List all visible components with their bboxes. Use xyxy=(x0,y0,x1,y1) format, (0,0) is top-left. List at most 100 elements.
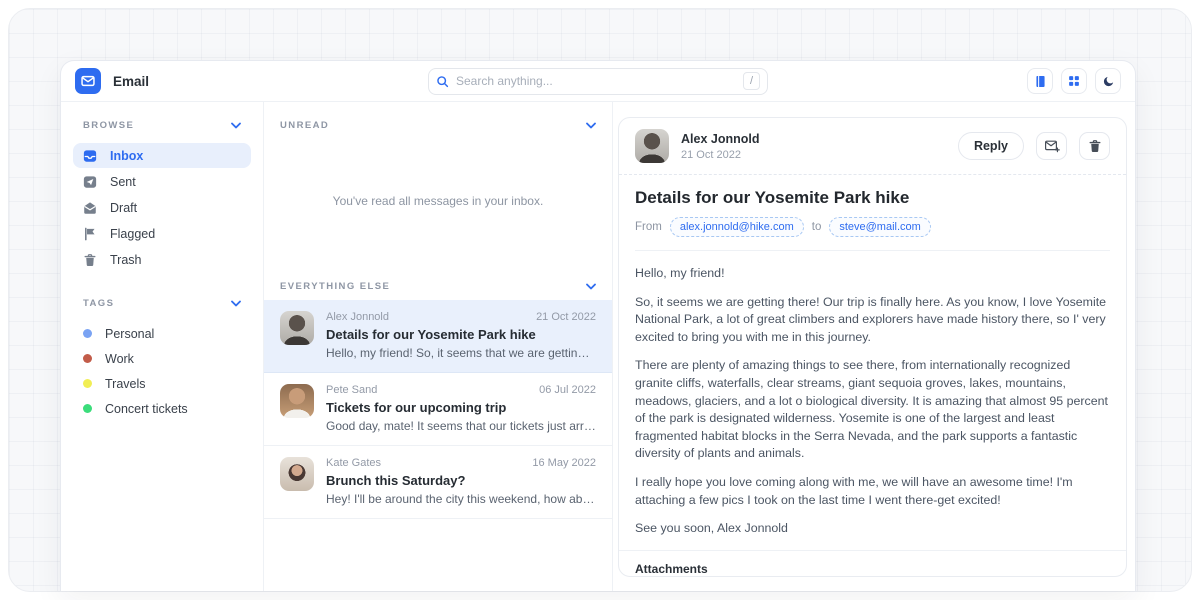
reader-icon[interactable] xyxy=(1027,68,1053,94)
tags-section: TAGS Personal Work Travels xyxy=(73,298,251,421)
body-paragraph: See you soon, Alex Jonnold xyxy=(635,520,1110,538)
sidebar-item-label: Trash xyxy=(110,253,142,267)
sent-icon xyxy=(83,175,97,189)
tag-color-dot xyxy=(83,404,92,413)
email-logo-icon xyxy=(75,68,101,94)
email-subject: Brunch this Saturday? xyxy=(326,473,596,488)
apps-grid-icon[interactable] xyxy=(1061,68,1087,94)
detail-from-row: From alex.jonnold@hike.com to steve@mail… xyxy=(635,217,1110,251)
mail-list-column: UNREAD You've read all messages in your … xyxy=(263,102,613,591)
search-input[interactable] xyxy=(456,74,736,88)
sidebar-item-label: Flagged xyxy=(110,227,155,241)
sidebar-item-label: Draft xyxy=(110,201,137,215)
tag-item-concert-tickets[interactable]: Concert tickets xyxy=(73,396,251,421)
main-content: BROWSE Inbox Sent xyxy=(61,102,1135,591)
email-date: 06 Jul 2022 xyxy=(539,384,596,396)
body-paragraph: So, it seems we are getting there! Our t… xyxy=(635,294,1110,347)
unread-label: UNREAD xyxy=(280,120,329,131)
chevron-down-icon[interactable] xyxy=(231,300,241,307)
dark-mode-moon-icon[interactable] xyxy=(1095,68,1121,94)
tag-label: Work xyxy=(105,352,134,366)
tag-color-dot xyxy=(83,379,92,388)
email-list-item[interactable]: Pete Sand 06 Jul 2022 Tickets for our up… xyxy=(264,373,612,446)
sidebar-item-sent[interactable]: Sent xyxy=(73,169,251,194)
tag-item-personal[interactable]: Personal xyxy=(73,321,251,346)
unread-empty-message: You've read all messages in your inbox. xyxy=(264,131,612,271)
email-detail-card: Alex Jonnold 21 Oct 2022 Reply Details f… xyxy=(618,117,1127,577)
body-paragraph: Hello, my friend! xyxy=(635,265,1110,283)
sidebar-item-trash[interactable]: Trash xyxy=(73,247,251,272)
sidebar-item-label: Sent xyxy=(110,175,136,189)
tag-label: Concert tickets xyxy=(105,402,188,416)
body-paragraph: I really hope you love coming along with… xyxy=(635,474,1110,509)
tag-color-dot xyxy=(83,354,92,363)
trash-icon xyxy=(83,253,97,267)
search-icon xyxy=(436,75,449,88)
browse-label: BROWSE xyxy=(83,120,134,131)
everything-else-label: EVERYTHING ELSE xyxy=(280,281,390,292)
tag-label: Personal xyxy=(105,327,154,341)
sidebar-item-flagged[interactable]: Flagged xyxy=(73,221,251,246)
email-sender: Kate Gates xyxy=(326,457,381,469)
detail-header: Alex Jonnold 21 Oct 2022 Reply xyxy=(619,118,1126,175)
detail-date: 21 Oct 2022 xyxy=(681,149,759,161)
sidebar-item-label: Inbox xyxy=(110,149,143,163)
sidebar-item-inbox[interactable]: Inbox xyxy=(73,143,251,168)
flag-icon xyxy=(83,227,97,241)
inbox-icon xyxy=(83,149,97,163)
new-email-icon[interactable] xyxy=(1036,132,1067,160)
email-list-item[interactable]: Kate Gates 16 May 2022 Brunch this Satur… xyxy=(264,446,612,519)
search-box[interactable]: / xyxy=(428,68,768,95)
top-bar: Email / xyxy=(61,61,1135,102)
sidebar-item-draft[interactable]: Draft xyxy=(73,195,251,220)
avatar xyxy=(635,129,669,163)
chevron-down-icon[interactable] xyxy=(231,122,241,129)
email-sender: Alex Jonnold xyxy=(326,311,389,323)
email-summary: Pete Sand 06 Jul 2022 Tickets for our up… xyxy=(326,384,596,433)
everything-else-section-header: EVERYTHING ELSE xyxy=(264,281,612,292)
sidebar: BROWSE Inbox Sent xyxy=(61,102,263,591)
attachments-label: Attachments xyxy=(635,562,1110,576)
detail-subject: Details for our Yosemite Park hike xyxy=(635,188,1110,208)
email-list-item[interactable]: Alex Jonnold 21 Oct 2022 Details for our… xyxy=(264,300,612,373)
body-paragraph: There are plenty of amazing things to se… xyxy=(635,357,1110,463)
tag-item-work[interactable]: Work xyxy=(73,346,251,371)
reply-button[interactable]: Reply xyxy=(958,132,1024,160)
to-email-chip[interactable]: steve@mail.com xyxy=(829,217,930,237)
from-label: From xyxy=(635,221,662,233)
avatar xyxy=(280,457,314,491)
app-brand: Email xyxy=(75,68,255,94)
email-date: 21 Oct 2022 xyxy=(536,311,596,323)
email-sender: Pete Sand xyxy=(326,384,377,396)
detail-sender-block: Alex Jonnold 21 Oct 2022 xyxy=(681,132,759,161)
avatar xyxy=(280,311,314,345)
from-email-chip[interactable]: alex.jonnold@hike.com xyxy=(670,217,804,237)
tag-item-travels[interactable]: Travels xyxy=(73,371,251,396)
tags-section-header: TAGS xyxy=(73,298,251,309)
detail-sender-name: Alex Jonnold xyxy=(681,132,759,146)
tag-label: Travels xyxy=(105,377,146,391)
browse-section-header: BROWSE xyxy=(73,120,251,131)
email-preview: Good day, mate! It seems that our ticket… xyxy=(326,419,596,433)
email-subject: Details for our Yosemite Park hike xyxy=(326,327,596,342)
chevron-down-icon[interactable] xyxy=(586,122,596,129)
email-subject: Tickets for our upcoming trip xyxy=(326,400,596,415)
search-shortcut-key: / xyxy=(743,72,760,90)
app-title: Email xyxy=(113,74,149,89)
unread-section-header: UNREAD xyxy=(264,120,612,131)
topbar-actions xyxy=(941,68,1121,94)
draft-icon xyxy=(83,201,97,215)
delete-email-trash-icon[interactable] xyxy=(1079,132,1110,160)
email-date: 16 May 2022 xyxy=(532,457,596,469)
email-app-window: Email / xyxy=(60,60,1136,591)
chevron-down-icon[interactable] xyxy=(586,283,596,290)
tag-color-dot xyxy=(83,329,92,338)
search-area: / xyxy=(255,68,941,95)
email-preview: Hey! I'll be around the city this weeken… xyxy=(326,492,596,506)
avatar xyxy=(280,384,314,418)
to-label: to xyxy=(812,221,822,233)
email-summary: Kate Gates 16 May 2022 Brunch this Satur… xyxy=(326,457,596,506)
email-detail-panel: Alex Jonnold 21 Oct 2022 Reply Details f… xyxy=(613,102,1135,591)
email-body: Hello, my friend! So, it seems we are ge… xyxy=(619,251,1126,551)
attachments-section: Attachments videos-hike.zip 100 MB xyxy=(619,551,1126,577)
